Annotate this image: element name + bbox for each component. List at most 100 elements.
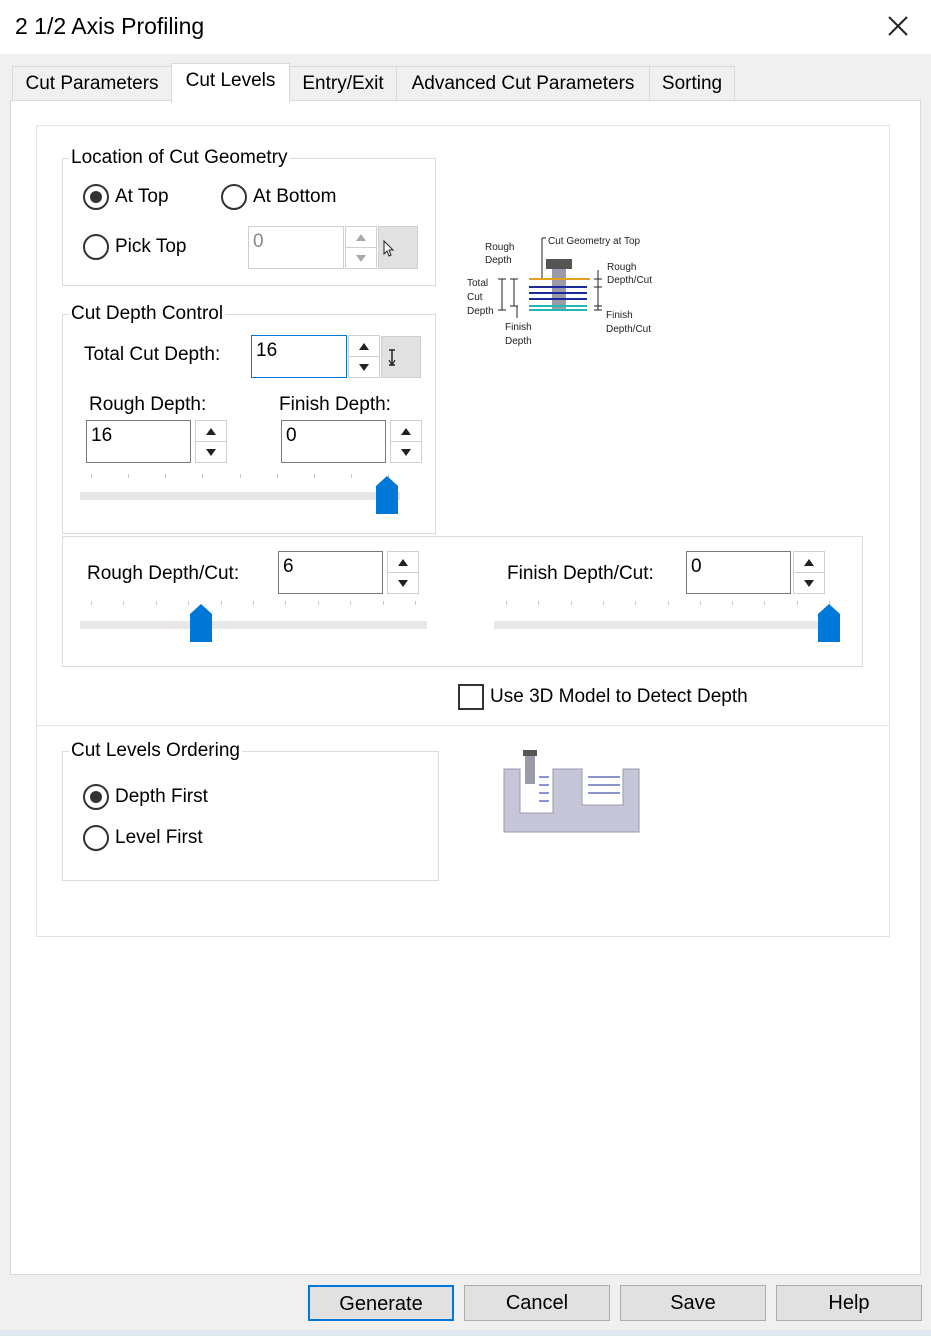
total-cut-depth-label: Total Cut Depth:: [84, 344, 221, 365]
slider-tick: [221, 601, 222, 605]
rough-depth-per-cut-stepper[interactable]: [387, 551, 419, 594]
tab-sorting[interactable]: Sorting: [649, 66, 735, 100]
depth-first-label[interactable]: Depth First: [115, 786, 208, 808]
svg-text:Cut Geometry at Top: Cut Geometry at Top: [548, 236, 641, 247]
svg-text:Finish: Finish: [606, 310, 633, 321]
finish-per-cut-slider-ticks: [506, 601, 830, 605]
total-cut-depth-input[interactable]: 16: [251, 335, 347, 378]
slider-tick: [91, 474, 92, 478]
depth-first-radio[interactable]: [83, 784, 109, 810]
rough-depth-per-cut-label: Rough Depth/Cut:: [87, 563, 240, 584]
slider-tick: [253, 601, 254, 605]
slider-tick: [188, 601, 189, 605]
help-button[interactable]: Help: [776, 1285, 922, 1321]
rough-depth-input[interactable]: 16: [86, 420, 191, 463]
rough-depth-label: Rough Depth:: [89, 394, 207, 415]
total-cut-depth-stepper[interactable]: [348, 335, 380, 378]
slider-tick: [351, 474, 352, 478]
save-button[interactable]: Save: [620, 1285, 766, 1321]
slider-tick: [202, 474, 203, 478]
at-bottom-radio[interactable]: [221, 184, 247, 210]
ordering-group: [62, 751, 439, 881]
slider-tick: [506, 601, 507, 605]
tab-cut-parameters[interactable]: Cut Parameters: [12, 66, 172, 100]
finish-per-cut-slider-thumb[interactable]: [818, 604, 840, 642]
slider-tick: [318, 601, 319, 605]
slider-tick: [165, 474, 166, 478]
close-button[interactable]: [880, 8, 916, 44]
slider-tick: [240, 474, 241, 478]
finish-depth-per-cut-label: Finish Depth/Cut:: [507, 563, 654, 584]
slider-tick: [383, 601, 384, 605]
slider-tick: [700, 601, 701, 605]
slider-tick: [123, 601, 124, 605]
level-first-label[interactable]: Level First: [115, 827, 203, 849]
tab-cut-levels[interactable]: Cut Levels: [171, 63, 290, 103]
slider-tick: [668, 601, 669, 605]
cancel-button[interactable]: Cancel: [464, 1285, 610, 1321]
close-icon: [888, 16, 908, 36]
slider-tick: [571, 601, 572, 605]
slider-tick: [91, 601, 92, 605]
ordering-group-title: Cut Levels Ordering: [69, 740, 242, 762]
slider-tick: [128, 474, 129, 478]
svg-text:Depth: Depth: [467, 306, 494, 317]
pick-top-label[interactable]: Pick Top: [115, 236, 186, 258]
svg-text:Depth/Cut: Depth/Cut: [607, 275, 652, 286]
slider-tick: [764, 601, 765, 605]
tab-entry-exit[interactable]: Entry/Exit: [289, 66, 397, 100]
rough-per-cut-slider-thumb[interactable]: [190, 604, 213, 642]
finish-per-cut-slider-track[interactable]: [494, 621, 839, 629]
depth-slider-thumb[interactable]: [376, 476, 398, 514]
svg-text:Depth/Cut: Depth/Cut: [606, 324, 651, 335]
finish-depth-stepper[interactable]: [390, 420, 422, 463]
rough-depth-stepper[interactable]: [195, 420, 227, 463]
slider-tick: [415, 601, 416, 605]
svg-text:Finish: Finish: [505, 322, 532, 333]
depth-group-title: Cut Depth Control: [69, 303, 226, 325]
finish-depth-input[interactable]: 0: [281, 420, 386, 463]
finish-depth-per-cut-input[interactable]: 0: [686, 551, 791, 594]
generate-button[interactable]: Generate: [308, 1285, 454, 1321]
svg-text:Cut: Cut: [467, 292, 483, 303]
tab-advanced-cut-parameters[interactable]: Advanced Cut Parameters: [396, 66, 650, 100]
depth-slider-track[interactable]: [80, 492, 400, 500]
at-bottom-label[interactable]: At Bottom: [253, 186, 336, 208]
slider-tick: [732, 601, 733, 605]
at-top-radio[interactable]: [83, 184, 109, 210]
pick-top-button[interactable]: [378, 226, 418, 269]
slider-tick: [285, 601, 286, 605]
slider-tick: [797, 601, 798, 605]
use-3d-model-checkbox[interactable]: [458, 684, 484, 710]
pick-top-stepper[interactable]: [345, 226, 377, 269]
slider-tick: [277, 474, 278, 478]
slider-tick: [350, 601, 351, 605]
level-first-radio[interactable]: [83, 825, 109, 851]
pick-top-input[interactable]: 0: [248, 226, 344, 269]
finish-depth-per-cut-stepper[interactable]: [793, 551, 825, 594]
at-top-label[interactable]: At Top: [115, 186, 169, 208]
rough-per-cut-slider-track[interactable]: [80, 621, 427, 629]
text-cursor-icon: [388, 349, 396, 367]
section-divider: [37, 725, 889, 727]
depth-slider-ticks: [91, 474, 389, 478]
pick-top-radio[interactable]: [83, 234, 109, 260]
cursor-arrow-icon: [383, 239, 395, 257]
svg-text:Rough: Rough: [485, 242, 514, 253]
slider-tick: [314, 474, 315, 478]
rough-per-cut-slider-ticks: [91, 601, 416, 605]
finish-depth-label: Finish Depth:: [279, 394, 391, 415]
slider-tick: [156, 601, 157, 605]
measure-depth-button[interactable]: [381, 336, 421, 378]
svg-text:Depth: Depth: [505, 336, 532, 347]
bottom-edge: [0, 1330, 931, 1336]
use-3d-model-label[interactable]: Use 3D Model to Detect Depth: [490, 686, 748, 708]
slider-tick: [603, 601, 604, 605]
slider-tick: [635, 601, 636, 605]
rough-depth-per-cut-input[interactable]: 6: [278, 551, 383, 594]
svg-text:Rough: Rough: [607, 262, 636, 273]
ordering-diagram: [503, 750, 640, 833]
svg-text:Depth: Depth: [485, 255, 512, 266]
location-group-title: Location of Cut Geometry: [69, 147, 290, 169]
slider-tick: [538, 601, 539, 605]
